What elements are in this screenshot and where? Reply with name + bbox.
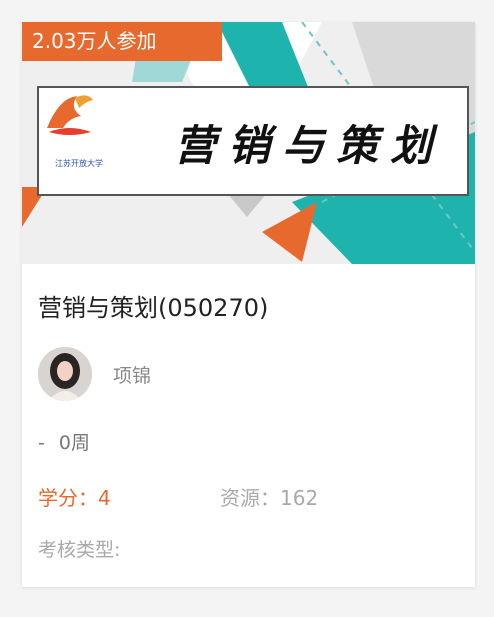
duration-dash: - bbox=[38, 432, 45, 454]
avatar-portrait-icon bbox=[38, 347, 92, 401]
university-logo-icon bbox=[47, 95, 93, 135]
course-card[interactable]: 2.03万人参加 江苏开放大学 营销与策划 营销与策划(050270) 项锦 -… bbox=[22, 22, 475, 587]
banner-title: 营销与策划 bbox=[174, 121, 445, 170]
teacher-name: 项锦 bbox=[113, 365, 152, 387]
course-cover-image[interactable]: 2.03万人参加 江苏开放大学 营销与策划 bbox=[22, 22, 475, 264]
duration-value: 0周 bbox=[58, 432, 90, 454]
university-logo-text: 江苏开放大学 bbox=[55, 159, 103, 168]
course-title[interactable]: 营销与策划(050270) bbox=[38, 288, 268, 323]
participants-badge: 2.03万人参加 bbox=[22, 22, 222, 61]
teacher-avatar bbox=[38, 347, 92, 401]
resource-count: 资源：162 bbox=[220, 486, 319, 510]
assessment-type: 考核类型: bbox=[38, 539, 121, 561]
credit-label: 学分：4 bbox=[38, 486, 111, 510]
cover-banner: 江苏开放大学 营销与策划 bbox=[37, 86, 469, 196]
course-duration: -0周 bbox=[38, 428, 90, 455]
